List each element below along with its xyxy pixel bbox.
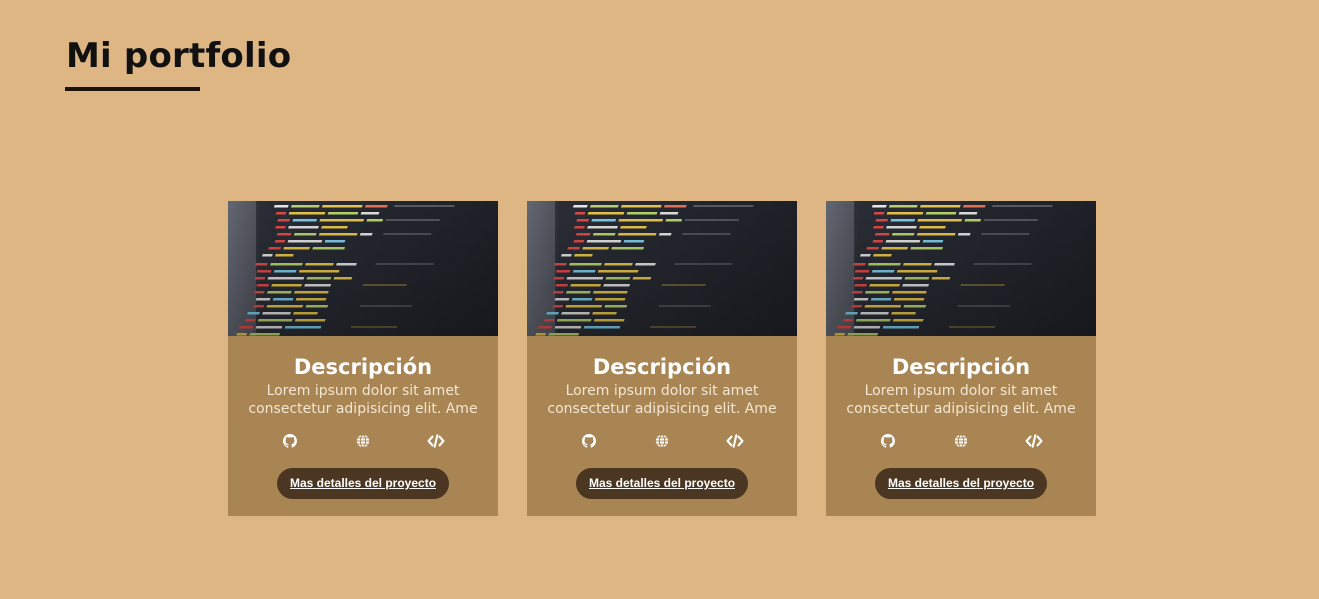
- globe-icon[interactable]: [354, 432, 372, 450]
- card-title: Descripción: [293, 355, 433, 379]
- code-screenshot-image: [527, 201, 797, 336]
- card-icon-row: [852, 432, 1070, 450]
- project-card: Descripción Lorem ipsum dolor sit amet c…: [228, 201, 498, 516]
- code-icon[interactable]: [1025, 432, 1043, 450]
- code-icon[interactable]: [726, 432, 744, 450]
- code-screenshot-image: [826, 201, 1096, 336]
- portfolio-cards: Descripción Lorem ipsum dolor sit amet c…: [228, 201, 1096, 516]
- github-icon[interactable]: [580, 432, 598, 450]
- card-title: Descripción: [592, 355, 732, 379]
- project-details-button[interactable]: Mas detalles del proyecto: [575, 468, 749, 499]
- card-description: Lorem ipsum dolor sit amet consectetur a…: [846, 383, 1076, 417]
- card-title: Descripción: [891, 355, 1031, 379]
- project-card: Descripción Lorem ipsum dolor sit amet c…: [826, 201, 1096, 516]
- card-description: Lorem ipsum dolor sit amet consectetur a…: [547, 383, 777, 417]
- project-card: Descripción Lorem ipsum dolor sit amet c…: [527, 201, 797, 516]
- github-icon[interactable]: [281, 432, 299, 450]
- github-icon[interactable]: [879, 432, 897, 450]
- title-underline: [65, 87, 200, 91]
- project-details-button[interactable]: Mas detalles del proyecto: [874, 468, 1048, 499]
- globe-icon[interactable]: [653, 432, 671, 450]
- code-screenshot-image: [228, 201, 498, 336]
- globe-icon[interactable]: [952, 432, 970, 450]
- page-title: Mi portfolio: [66, 36, 292, 76]
- card-description: Lorem ipsum dolor sit amet consectetur a…: [248, 383, 478, 417]
- project-details-button[interactable]: Mas detalles del proyecto: [276, 468, 450, 499]
- code-icon[interactable]: [427, 432, 445, 450]
- card-icon-row: [254, 432, 472, 450]
- card-icon-row: [553, 432, 771, 450]
